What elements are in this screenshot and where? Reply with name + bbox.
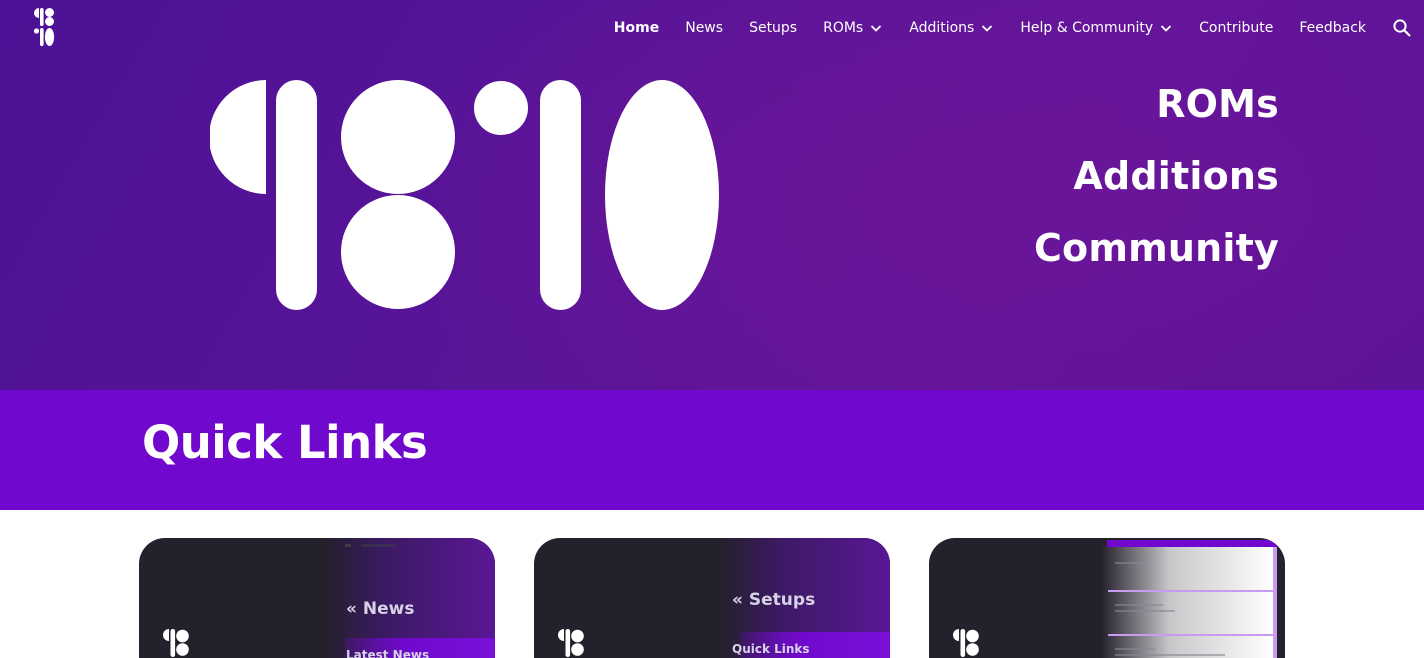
- nav-additions[interactable]: Additions: [909, 20, 993, 36]
- nav-setups-label: Setups: [749, 20, 798, 36]
- hero-logo-mark: [210, 80, 719, 310]
- quick-links-title: Quick Links: [142, 416, 428, 469]
- card-heading: « News: [346, 599, 415, 619]
- nav-setups[interactable]: Setups: [749, 20, 797, 36]
- chevron-down-icon: [871, 25, 882, 32]
- nav-home-label: Home: [613, 20, 660, 36]
- hero-banner: Home News Setups ROMs Additions Help & C…: [0, 0, 1424, 390]
- nav-home[interactable]: Home: [614, 20, 659, 36]
- chevron-down-icon: [1160, 25, 1172, 32]
- card-logo-icon: [163, 629, 189, 657]
- nav-help-community[interactable]: Help & Community: [1020, 20, 1172, 36]
- nav-contribute-label: Contribute: [1199, 20, 1274, 36]
- card-subheading: Quick Links: [732, 642, 810, 656]
- hero-word-additions: Additions: [1073, 154, 1279, 198]
- main-nav: Home News Setups ROMs Additions Help & C…: [614, 0, 1424, 56]
- hero-tagline: ROMs Additions Community: [1034, 68, 1279, 284]
- nav-contribute[interactable]: Contribute: [1199, 20, 1273, 36]
- search-icon[interactable]: [1392, 18, 1412, 38]
- nav-news-label: News: [685, 20, 724, 36]
- nav-help-community-label: Help & Community: [1020, 20, 1154, 36]
- card-document-line: [1108, 590, 1273, 592]
- card-heading: « Setups: [732, 590, 816, 610]
- card-document-text: [1115, 648, 1155, 650]
- card-document-text: [1115, 562, 1149, 564]
- nav-feedback[interactable]: Feedback: [1299, 20, 1366, 36]
- nav-news[interactable]: News: [685, 20, 723, 36]
- nav-feedback-label: Feedback: [1299, 20, 1366, 36]
- card-document-text: [1115, 604, 1163, 606]
- card-subheading: Latest News: [346, 648, 430, 658]
- quick-link-card-help[interactable]: [929, 538, 1285, 658]
- card-logo-icon: [558, 629, 584, 657]
- card-document-line: [1108, 634, 1273, 636]
- nav-roms-label: ROMs: [823, 20, 864, 36]
- card-document-header: [1107, 540, 1277, 547]
- quick-link-card-news[interactable]: « News Latest News: [139, 538, 495, 658]
- card-divider: [345, 544, 351, 547]
- card-document-text: [1115, 654, 1225, 656]
- card-divider: [361, 544, 395, 547]
- nav-additions-label: Additions: [909, 20, 975, 36]
- quick-link-card-setups[interactable]: « Setups Quick Links: [534, 538, 890, 658]
- hero-word-community: Community: [1033, 226, 1279, 270]
- card-logo-icon: [953, 629, 979, 657]
- card-document-text: [1115, 610, 1175, 612]
- site-logo[interactable]: [33, 8, 55, 46]
- hero-word-roms: ROMs: [1156, 82, 1279, 126]
- quick-links-band: Quick Links: [0, 390, 1424, 510]
- chevron-down-icon: [982, 25, 993, 32]
- nav-roms[interactable]: ROMs: [823, 20, 882, 36]
